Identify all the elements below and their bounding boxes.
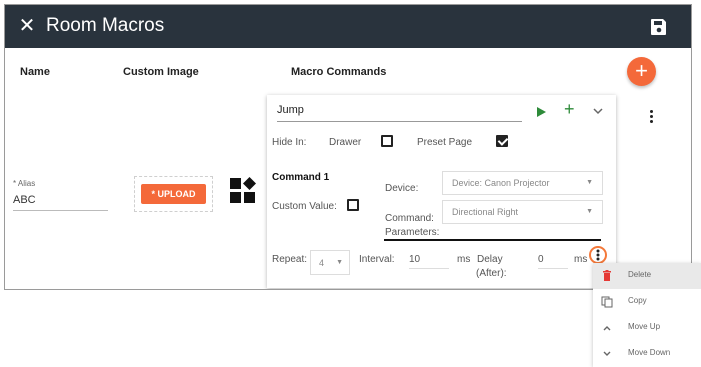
dropdown-arrow-icon: ▼ [586, 179, 593, 186]
macro-card: Jump + Hide In: Drawer Preset Page Comma… [267, 95, 616, 288]
preset-page-checkbox[interactable] [496, 135, 508, 147]
menu-item-move-down[interactable]: Move Down [593, 341, 701, 367]
command-select-value: Directional Right [452, 207, 519, 217]
preset-page-label: Preset Page [417, 137, 473, 148]
repeat-select[interactable]: 4 ▼ [310, 250, 350, 275]
command-label: Command: [385, 213, 434, 224]
menu-item-delete[interactable]: Delete [593, 263, 701, 289]
delay-input[interactable]: 0 [538, 254, 568, 269]
alias-label: * Alias [13, 179, 36, 188]
menu-item-move-up[interactable]: Move Up [593, 315, 701, 341]
interval-label: Interval: [359, 254, 395, 265]
custom-value-checkbox[interactable] [347, 199, 359, 211]
alias-input[interactable]: ABC [13, 194, 108, 211]
add-command-icon[interactable]: + [564, 100, 578, 118]
parameters-label: Parameters: [385, 227, 440, 238]
command-context-menu: Delete Copy Move Up Move Down [593, 263, 701, 367]
macro-more-icon[interactable] [645, 108, 657, 124]
menu-label-move-down: Move Down [628, 348, 671, 357]
close-icon[interactable]: ✕ [17, 15, 37, 37]
menu-label-delete: Delete [628, 270, 652, 279]
hide-in-label: Hide In: [272, 137, 307, 148]
menu-label-copy: Copy [628, 296, 647, 305]
custom-value-label: Custom Value: [272, 201, 337, 212]
macro-image-icon [230, 177, 256, 203]
trash-icon [603, 270, 611, 281]
page-title: Room Macros [46, 15, 165, 36]
upload-dropzone[interactable]: * UPLOAD [134, 176, 213, 212]
command-title: Command 1 [272, 172, 330, 183]
repeat-value: 4 [319, 258, 325, 268]
menu-label-move-up: Move Up [628, 322, 661, 331]
chevron-down-icon [603, 351, 611, 356]
chevron-up-icon [603, 326, 611, 331]
upload-button[interactable]: * UPLOAD [141, 184, 206, 204]
menu-item-copy[interactable]: Copy [593, 289, 701, 315]
device-select[interactable]: Device: Canon Projector ▼ [442, 171, 603, 195]
interval-input[interactable]: 10 [409, 254, 449, 269]
macro-name-input[interactable]: Jump [277, 104, 522, 122]
command-more-icon[interactable] [589, 246, 607, 264]
delay-label: Delay [477, 254, 503, 265]
drawer-label: Drawer [329, 137, 362, 148]
add-macro-button[interactable]: + [627, 57, 656, 86]
chevron-down-icon[interactable] [592, 105, 604, 117]
column-header-name: Name [20, 66, 50, 78]
app-header: ✕ Room Macros [5, 5, 691, 48]
column-header-macro-commands: Macro Commands [291, 66, 387, 78]
copy-icon [601, 296, 613, 308]
delay-unit: ms [574, 254, 588, 265]
interval-unit: ms [457, 254, 471, 265]
drawer-checkbox[interactable] [381, 135, 393, 147]
dropdown-arrow-icon: ▼ [586, 208, 593, 215]
save-icon[interactable] [649, 17, 669, 37]
column-header-custom-image: Custom Image [123, 66, 199, 78]
device-label: Device: [385, 183, 419, 194]
room-macros-window: ✕ Room Macros Name Custom Image Macro Co… [4, 4, 692, 290]
play-icon[interactable] [535, 105, 547, 119]
parameters-underline [384, 239, 601, 241]
repeat-label: Repeat: [272, 254, 308, 265]
device-select-value: Device: Canon Projector [452, 178, 550, 188]
command-select[interactable]: Directional Right ▼ [442, 200, 603, 224]
dropdown-arrow-icon: ▼ [336, 259, 343, 266]
delay-after-label: (After): [476, 268, 507, 279]
